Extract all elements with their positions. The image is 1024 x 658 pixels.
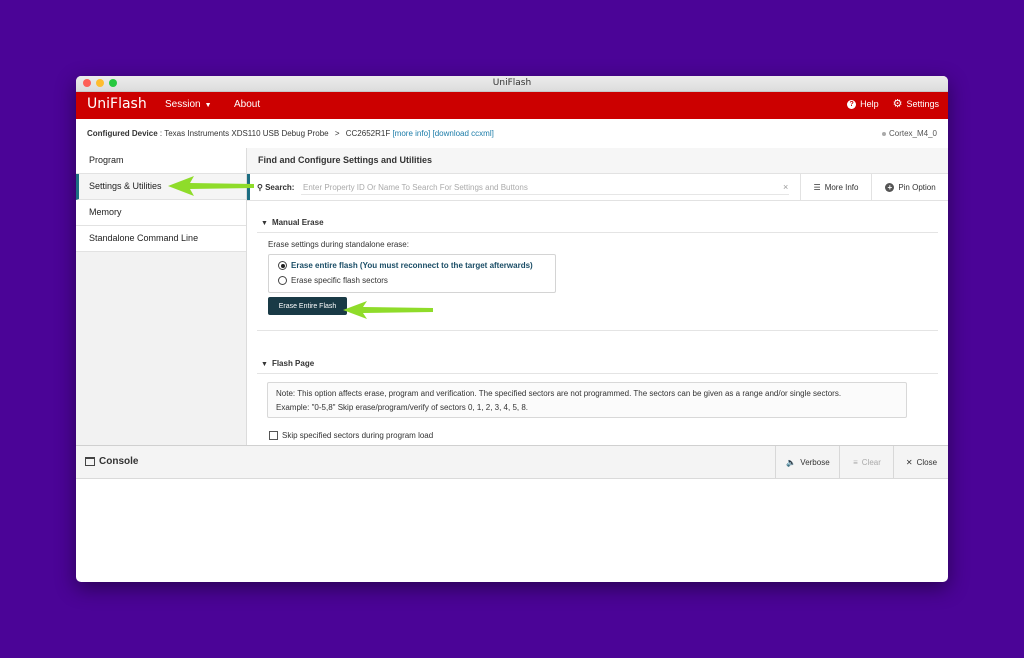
settings-button[interactable]: ⚙ Settings (892, 97, 939, 110)
manual-erase-title: Manual Erase (271, 218, 324, 227)
download-ccxml-link[interactable]: [download ccxml] (432, 129, 493, 138)
uniflash-window: UniFlash UniFlash Session ▼ About ? Help … (76, 76, 948, 582)
console-bar: Console 🔈 Verbose ≡ Clear ✕ Close (76, 445, 948, 479)
device-name: Texas Instruments XDS110 USB Debug Probe (164, 129, 329, 138)
core-name: Cortex_M4_0 (888, 129, 937, 138)
session-menu[interactable]: Session ▼ (165, 99, 212, 110)
flash-page-note: Note: This option affects erase, program… (267, 382, 907, 418)
help-label: Help (860, 99, 879, 109)
triangle-down-icon: ▼ (261, 220, 268, 227)
more-info-button[interactable]: ☰ More Info (800, 174, 871, 200)
manual-erase-header[interactable]: ▼ Manual Erase (261, 218, 324, 227)
flash-page-header[interactable]: ▼ Flash Page (261, 359, 314, 368)
radio-erase-entire-label: Erase entire flash (You must reconnect t… (291, 261, 533, 270)
zoom-window-button[interactable] (109, 79, 117, 87)
radio-erase-sectors[interactable]: Erase specific flash sectors (278, 276, 388, 285)
radio-erase-entire[interactable]: Erase entire flash (You must reconnect t… (278, 261, 533, 270)
page-title: Find and Configure Settings and Utilitie… (247, 148, 948, 174)
plus-circle-icon: + (885, 182, 895, 192)
triangle-down-icon: ▼ (261, 361, 268, 368)
flash-page-title: Flash Page (271, 359, 315, 368)
close-console-button[interactable]: ✕ Close (893, 446, 948, 478)
clear-label: Clear (861, 457, 881, 467)
speaker-icon: 🔈 (786, 457, 797, 467)
traffic-lights (83, 79, 117, 87)
annotation-arrow-icon (168, 176, 254, 196)
radio-erase-sectors-label: Erase specific flash sectors (291, 276, 388, 285)
sidebar-item-standalone-command-line[interactable]: Standalone Command Line (76, 226, 246, 252)
console-title: Console (99, 456, 139, 467)
annotation-arrow-icon (343, 301, 433, 319)
core-indicator: Cortex_M4_0 (881, 129, 937, 138)
session-menu-label: Session (165, 99, 201, 110)
gear-icon: ⚙ (892, 97, 903, 110)
section-divider (257, 373, 938, 374)
search-label: Search: (265, 183, 295, 192)
skip-sectors-option[interactable]: Skip specified sectors during program lo… (269, 431, 433, 440)
skip-sectors-checkbox[interactable] (269, 431, 278, 440)
app-header: UniFlash Session ▼ About ? Help ⚙ Setting… (76, 92, 948, 119)
erase-settings-label: Erase settings during standalone erase: (268, 240, 409, 249)
search-input[interactable] (301, 180, 789, 195)
sidebar-item-memory[interactable]: Memory (76, 200, 246, 226)
verbose-button[interactable]: 🔈 Verbose (775, 446, 840, 478)
pin-option-label: Pin Option (898, 182, 936, 192)
clear-button[interactable]: ≡ Clear (839, 446, 894, 478)
main-panel: Find and Configure Settings and Utilitie… (247, 148, 948, 445)
clear-search-icon[interactable]: × (783, 182, 788, 192)
pin-option-button[interactable]: + Pin Option (871, 174, 948, 200)
note-line-2: Example: "0-5,8" Skip erase/program/veri… (276, 403, 529, 412)
list-icon: ☰ (813, 182, 821, 192)
search-bar: ⚲ Search: × ☰ More Info + Pin Option (247, 174, 948, 201)
minimize-window-button[interactable] (96, 79, 104, 87)
note-line-1: Note: This option affects erase, program… (276, 389, 842, 398)
sidebar-item-program[interactable]: Program (76, 148, 246, 174)
erase-options-group: Erase entire flash (You must reconnect t… (268, 254, 556, 293)
console-title-wrap: Console (85, 456, 138, 467)
about-menu[interactable]: About (234, 99, 260, 110)
caret-down-icon: ▼ (204, 102, 212, 109)
close-label: Close (916, 457, 938, 467)
clear-lines-icon: ≡ (853, 457, 858, 467)
window-title: UniFlash (492, 78, 532, 88)
more-info-label: More Info (824, 182, 859, 192)
configured-device-label: Configured Device (87, 129, 158, 138)
more-info-link[interactable]: [more info] (392, 129, 430, 138)
help-circle-icon: ? (847, 99, 857, 109)
header-actions: ? Help ⚙ Settings (847, 97, 939, 110)
erase-entire-flash-button[interactable]: Erase Entire Flash (268, 297, 347, 315)
radio-button-selected[interactable] (278, 261, 287, 270)
console-window-icon (85, 457, 95, 466)
settings-label: Settings (906, 99, 939, 109)
close-icon: ✕ (905, 457, 913, 467)
help-button[interactable]: ? Help (847, 99, 879, 109)
search-label-wrap: ⚲ Search: (257, 183, 294, 192)
close-window-button[interactable] (83, 79, 91, 87)
section-divider (257, 232, 938, 233)
configured-device-bar: Configured Device : Texas Instruments XD… (76, 119, 948, 149)
app-brand: UniFlash (87, 96, 147, 112)
section-divider (257, 330, 938, 331)
status-dot-icon (881, 131, 886, 136)
window-titlebar: UniFlash (76, 76, 948, 92)
skip-sectors-label: Skip specified sectors during program lo… (282, 431, 434, 440)
radio-button[interactable] (278, 276, 287, 285)
verbose-label: Verbose (800, 457, 830, 467)
chip-name: CC2652R1F (345, 129, 391, 138)
search-icon: ⚲ (257, 183, 263, 192)
chevron-right-icon: > (334, 129, 340, 138)
